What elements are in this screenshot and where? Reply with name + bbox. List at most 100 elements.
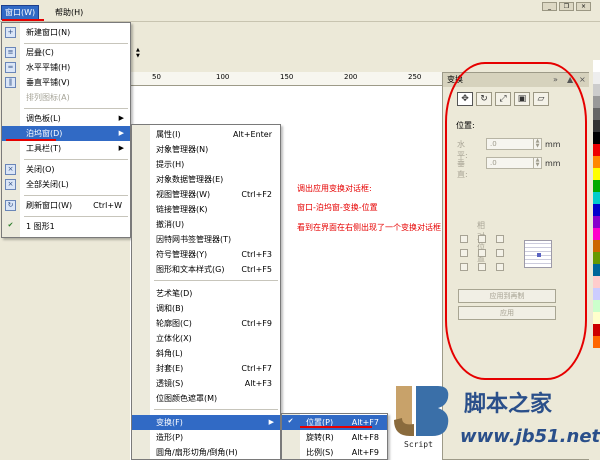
menu-separator — [24, 159, 128, 160]
menu-item-label: 造形(P) — [156, 433, 184, 442]
color-swatch[interactable] — [593, 84, 600, 96]
menu-item-link-manager[interactable]: 链接管理器(K) — [132, 202, 280, 217]
menu-item-label: 旋转(R) — [306, 433, 334, 442]
dockers-submenu: 属性(I) Alt+Enter 对象管理器(N) 提示(H) 对象数据管理器(E)… — [131, 124, 281, 460]
menu-item-properties[interactable]: 属性(I) Alt+Enter — [132, 127, 280, 142]
menu-item-label: 符号管理器(Y) — [156, 250, 208, 259]
menu-item-rotate[interactable]: 旋转(R) Alt+F8 — [282, 430, 387, 445]
color-swatch[interactable] — [593, 144, 600, 156]
menu-separator — [24, 43, 128, 44]
color-swatch[interactable] — [593, 300, 600, 312]
menu-item-artistic-media[interactable]: 艺术笔(D) — [132, 286, 280, 301]
menu-help[interactable]: 帮助(H) — [52, 6, 86, 19]
menu-item-scale[interactable]: 比例(S) Alt+F9 — [282, 445, 387, 460]
new-window-icon: + — [5, 27, 16, 38]
cascade-icon: ≡ — [5, 47, 16, 58]
menu-item-bevel[interactable]: 斜角(L) — [132, 346, 280, 361]
menu-item-label: 封套(E) — [156, 364, 184, 373]
menu-item-extrude[interactable]: 立体化(X) — [132, 331, 280, 346]
menu-item-new-window[interactable]: + 新建窗口(N) — [2, 25, 130, 40]
menu-item-transform[interactable]: 变换(F) ▶ — [132, 415, 280, 430]
menu-item-shortcut: Ctrl+F9 — [241, 319, 272, 328]
color-swatch[interactable] — [593, 60, 600, 72]
menu-item-hints[interactable]: 提示(H) — [132, 157, 280, 172]
close-button[interactable]: × — [576, 2, 591, 11]
menu-separator — [154, 409, 278, 410]
menu-separator — [154, 280, 278, 281]
annotation-text: 调出应用变换对话框: — [297, 184, 372, 193]
menu-item-blend[interactable]: 调和(B) — [132, 301, 280, 316]
color-swatch[interactable] — [593, 312, 600, 324]
ruler-label: 250 — [408, 73, 422, 81]
color-swatch[interactable] — [593, 192, 600, 204]
menu-item-label: 新建窗口(N) — [26, 28, 71, 37]
minimize-button[interactable]: _ — [542, 2, 557, 11]
annotation-text: 窗口-泊坞窗-变换-位置 — [297, 203, 378, 212]
menu-item-shortcut: Ctrl+W — [93, 201, 122, 210]
color-swatch[interactable] — [593, 120, 600, 132]
property-bar: ▲ ▼ — [130, 44, 440, 59]
menu-item-label: 关闭(O) — [26, 165, 55, 174]
menu-item-shaping[interactable]: 造形(P) — [132, 430, 280, 445]
menu-item-contour[interactable]: 轮廓图(C) Ctrl+F9 — [132, 316, 280, 331]
menu-item-tile-horizontal[interactable]: ═ 水平平铺(H) — [2, 60, 130, 75]
close-icon[interactable]: × — [579, 73, 586, 87]
menu-item-label: 1 图形1 — [26, 222, 55, 231]
color-swatch[interactable] — [593, 108, 600, 120]
color-swatch[interactable] — [593, 180, 600, 192]
color-swatch[interactable] — [593, 204, 600, 216]
menu-item-label: 提示(H) — [156, 160, 185, 169]
menu-item-lens[interactable]: 透镜(S) Alt+F3 — [132, 376, 280, 391]
restore-button[interactable]: ❐ — [559, 2, 574, 11]
menu-item-envelope[interactable]: 封套(E) Ctrl+F7 — [132, 361, 280, 376]
menu-item-styles[interactable]: 图形和文本样式(G) Ctrl+F5 — [132, 262, 280, 277]
menu-item-bookmark-manager[interactable]: 因特网书签管理器(T) — [132, 232, 280, 247]
menu-item-label: 比例(S) — [306, 448, 334, 457]
color-swatch[interactable] — [593, 252, 600, 264]
menu-item-symbol-manager[interactable]: 符号管理器(Y) Ctrl+F3 — [132, 247, 280, 262]
menu-item-fillet[interactable]: 圆角/扇形切角/倒角(H) — [132, 445, 280, 460]
checkmark-icon: ✔ — [287, 417, 294, 425]
menu-item-palette[interactable]: 调色板(L) ▶ — [2, 111, 130, 126]
menu-item-shortcut: Ctrl+F7 — [241, 364, 272, 373]
spinner-down-icon[interactable]: ▼ — [136, 54, 146, 59]
menu-item-shortcut: Alt+F3 — [244, 379, 272, 388]
color-swatch[interactable] — [593, 132, 600, 144]
menu-item-object-manager[interactable]: 对象管理器(N) — [132, 142, 280, 157]
color-swatch[interactable] — [593, 276, 600, 288]
menu-item-cascade[interactable]: ≡ 层叠(C) — [2, 45, 130, 60]
color-swatch[interactable] — [593, 228, 600, 240]
color-swatch[interactable] — [593, 324, 600, 336]
color-swatch[interactable] — [593, 288, 600, 300]
menu-item-refresh-window[interactable]: ↻ 刷新窗口(W) Ctrl+W — [2, 198, 130, 213]
color-swatch[interactable] — [593, 96, 600, 108]
menu-item-toolbars[interactable]: 工具栏(T) ▶ — [2, 141, 130, 156]
menu-item-close-all[interactable]: × 全部关闭(L) — [2, 177, 130, 192]
tile-vertical-icon: ‖ — [5, 77, 16, 88]
menu-item-label: 层叠(C) — [26, 48, 54, 57]
menu-item-label: 工具栏(T) — [26, 144, 62, 153]
menu-item-close[interactable]: × 关闭(O) — [2, 162, 130, 177]
menu-window[interactable]: 窗口(W) — [0, 5, 40, 20]
menu-item-label: 立体化(X) — [156, 334, 192, 343]
menu-item-object-data-manager[interactable]: 对象数据管理器(E) — [132, 172, 280, 187]
menu-item-arrange-icons: 排列图标(A) — [2, 90, 130, 105]
color-swatch[interactable] — [593, 240, 600, 252]
color-swatch[interactable] — [593, 168, 600, 180]
menu-item-undo[interactable]: 撤消(U) — [132, 217, 280, 232]
color-swatch[interactable] — [593, 72, 600, 84]
menu-item-tile-vertical[interactable]: ‖ 垂直平铺(V) — [2, 75, 130, 90]
ruler-label: 100 — [216, 73, 230, 81]
menu-item-view-manager[interactable]: 视图管理器(W) Ctrl+F2 — [132, 187, 280, 202]
menu-item-document-1[interactable]: ✔ 1 图形1 — [2, 219, 130, 234]
menu-item-label: 调色板(L) — [26, 114, 61, 123]
color-swatch[interactable] — [593, 156, 600, 168]
menu-item-bitmap-color-mask[interactable]: 位图颜色遮罩(M) — [132, 391, 280, 406]
color-swatch[interactable] — [593, 336, 600, 348]
close-window-icon: × — [5, 164, 16, 175]
color-swatch[interactable] — [593, 264, 600, 276]
refresh-icon: ↻ — [5, 200, 16, 211]
color-swatch[interactable] — [593, 216, 600, 228]
annotation-underline — [2, 19, 44, 21]
watermark-script: Script — [404, 440, 433, 449]
